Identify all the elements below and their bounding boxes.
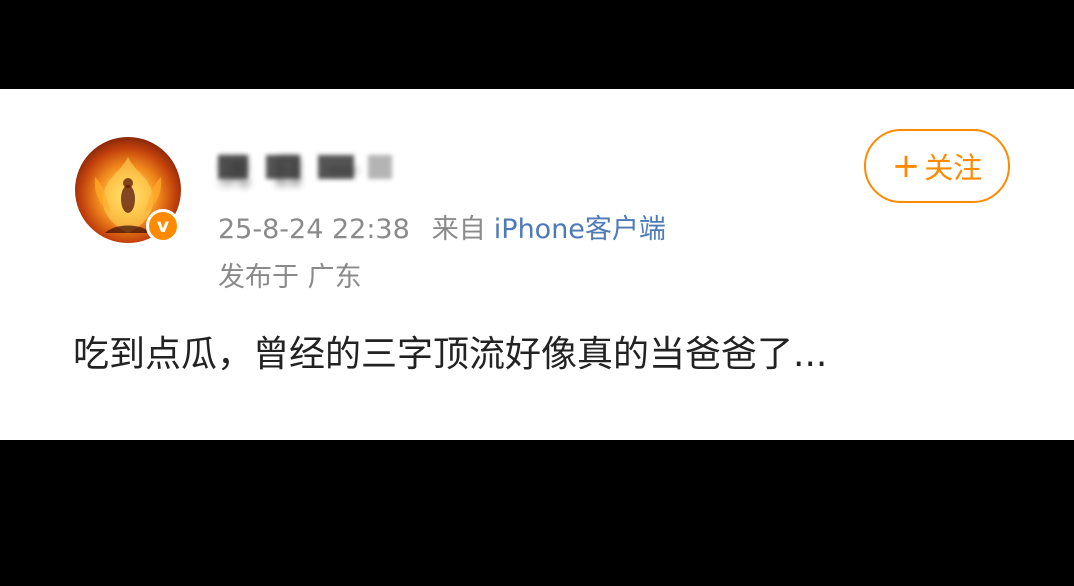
weibo-post-card: v 洸 日 一 25-8-24 22:38来自iPhone客户端 发布于 广东 … xyxy=(0,89,1074,440)
source-device-link[interactable]: iPhone客户端 xyxy=(494,214,666,245)
verified-v-badge-icon: v xyxy=(146,209,180,243)
post-meta-time-source: 25-8-24 22:38 来自 iPhone客户端 xyxy=(218,207,666,246)
username-mosaic xyxy=(266,155,300,179)
username-mosaic xyxy=(368,155,392,179)
username[interactable]: 洸 日 一 xyxy=(218,147,408,191)
post-content: 吃到点瓜，曾经的三字顶流好像真的当爸爸了... xyxy=(73,334,828,375)
username-mosaic xyxy=(218,155,248,179)
follow-button[interactable]: + 关注 xyxy=(864,129,1010,203)
post-location: 发布于 广东 xyxy=(218,262,362,293)
source-prefix: 来自 xyxy=(431,214,486,245)
follow-label: 关注 xyxy=(924,151,983,185)
post-timestamp: 25-8-24 22:38 xyxy=(218,214,410,245)
plus-icon: + xyxy=(891,146,921,186)
username-mosaic xyxy=(318,155,354,179)
